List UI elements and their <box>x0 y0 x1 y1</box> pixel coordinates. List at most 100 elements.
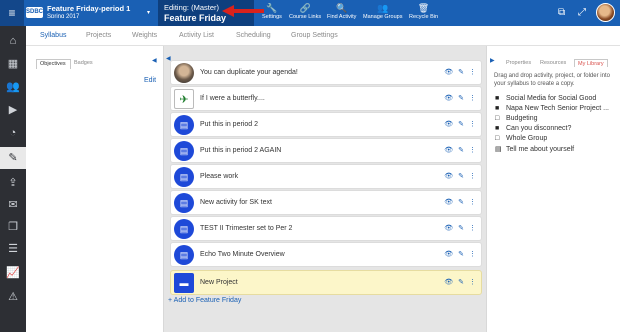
more-icon[interactable]: ⋮ <box>469 225 476 232</box>
document-icon: ▤ <box>174 141 194 161</box>
active-tab-indicator <box>37 18 70 20</box>
people-icon[interactable]: 👥 <box>0 76 26 98</box>
tab-weights[interactable]: Weights <box>132 32 157 39</box>
eye-icon[interactable]: 👁 <box>444 173 453 180</box>
editing-title: Feature Friday <box>164 13 227 23</box>
copy-icon[interactable]: ⧉ <box>558 7 565 18</box>
dashboard-icon[interactable]: ◔ <box>0 122 26 144</box>
find-activity-button[interactable]: 🔍 Find Activity <box>327 3 356 20</box>
chart-icon[interactable]: 📈 <box>0 262 26 284</box>
tab-projects[interactable]: Projects <box>86 32 111 39</box>
pencil-icon[interactable]: ✎ <box>458 147 464 154</box>
library-item[interactable]: □ Whole Group <box>495 135 547 142</box>
eye-icon[interactable]: 👁 <box>444 147 453 154</box>
expand-right-icon[interactable]: ▶ <box>490 57 495 64</box>
project-row[interactable]: ▬ New Project 👁 ✎ ⋮ <box>170 270 482 295</box>
calendar-icon[interactable]: ▦ <box>0 53 26 75</box>
add-to-course-link[interactable]: + Add to Feature Friday <box>168 297 241 304</box>
pencil-icon[interactable]: ✎ <box>458 199 464 206</box>
activity-row[interactable]: You can duplicate your agenda! 👁 ✎ ⋮ <box>170 60 482 85</box>
library-item[interactable]: ■ Can you disconnect? <box>495 125 571 132</box>
more-icon[interactable]: ⋮ <box>469 199 476 206</box>
logo: SDBC <box>26 7 43 18</box>
chevron-down-icon[interactable]: ▾ <box>147 9 150 16</box>
course-links-button[interactable]: 🔗 Course Links <box>289 3 321 20</box>
activity-title: If I were a butterfly.... <box>200 95 265 102</box>
activity-row[interactable]: ▤ Put this in period 2 AGAIN 👁 ✎ ⋮ <box>170 138 482 163</box>
pencil-icon[interactable]: ✎ <box>458 225 464 232</box>
home-icon[interactable]: ⌂ <box>0 30 26 52</box>
left-navigation: ⌂ ▦ 👥 ▶ ◔ ✎ ⇪ ✉ ❐ ☰ 📈 ⚠ <box>0 26 26 332</box>
eye-icon[interactable]: 👁 <box>444 251 453 258</box>
eye-icon[interactable]: 👁 <box>444 69 453 76</box>
tab-badges[interactable]: Badges <box>74 60 93 66</box>
pencil-icon[interactable]: ✎ <box>458 251 464 258</box>
eye-icon[interactable]: 👁 <box>444 95 453 102</box>
library-item[interactable]: ▤ Tell me about yourself <box>495 145 574 153</box>
groups-icon: 👥 <box>377 3 389 13</box>
document-icon: ▤ <box>174 245 194 265</box>
tab-scheduling[interactable]: Scheduling <box>236 32 271 39</box>
pencil-icon[interactable]: ✎ <box>458 279 464 286</box>
objectives-panel <box>26 46 164 332</box>
pencil-icon[interactable]: ✎ <box>458 95 464 102</box>
recycle-bin-button[interactable]: 🗑 Recycle Bin <box>409 3 438 20</box>
activity-title: Echo Two Minute Overview <box>200 251 285 258</box>
eye-icon[interactable]: 👁 <box>444 279 453 286</box>
list-icon[interactable]: ☰ <box>0 238 26 260</box>
folder-empty-icon: □ <box>495 115 500 122</box>
eye-icon[interactable]: 👁 <box>444 225 453 232</box>
activity-title: Put this in period 2 AGAIN <box>200 147 282 154</box>
recycle-bin-icon: 🗑 <box>417 3 430 13</box>
activity-title: New activity for SK text <box>200 199 272 206</box>
tab-resources[interactable]: Resources <box>540 60 566 66</box>
tab-activity-list[interactable]: Activity List <box>179 32 214 39</box>
more-icon[interactable]: ⋮ <box>469 147 476 154</box>
butterfly-icon: ✈ <box>174 89 194 109</box>
editing-label: Editing: (Master) <box>164 3 220 12</box>
avatar[interactable] <box>596 3 615 22</box>
hamburger-icon[interactable]: ≡ <box>0 0 24 26</box>
library-item[interactable]: ■ Social Media for Social Good <box>495 95 596 102</box>
document-icon: ▤ <box>174 167 194 187</box>
tab-objectives[interactable]: Objectives <box>36 59 71 69</box>
document-icon: ▤ <box>174 219 194 239</box>
activity-row[interactable]: ▤ Echo Two Minute Overview 👁 ✎ ⋮ <box>170 242 482 267</box>
activity-row[interactable]: ▤ Please work 👁 ✎ ⋮ <box>170 164 482 189</box>
activity-row[interactable]: ▤ Put this in period 2 👁 ✎ ⋮ <box>170 112 482 137</box>
play-icon[interactable]: ▶ <box>0 99 26 121</box>
pencil-icon[interactable]: ✎ <box>458 69 464 76</box>
upload-icon[interactable]: ⇪ <box>0 172 26 194</box>
link-icon: 🔗 <box>299 3 311 13</box>
more-icon[interactable]: ⋮ <box>469 95 476 102</box>
library-icon[interactable]: ❐ <box>0 216 26 238</box>
mail-icon[interactable]: ✉ <box>0 194 26 216</box>
library-item[interactable]: □ Budgeting <box>495 115 538 122</box>
pencil-icon[interactable]: ✎ <box>0 147 26 169</box>
eye-icon[interactable]: 👁 <box>444 199 453 206</box>
tab-properties[interactable]: Properties <box>506 60 531 66</box>
activity-row[interactable]: ▤ New activity for SK text 👁 ✎ ⋮ <box>170 190 482 215</box>
library-item[interactable]: ■ Napa New Tech Senior Project ... <box>495 105 609 112</box>
activity-photo-icon <box>174 63 194 83</box>
collapse-left-icon[interactable]: ◀ <box>152 57 157 64</box>
fullscreen-icon[interactable]: ⤢ <box>578 7 586 18</box>
warning-icon[interactable]: ⚠ <box>0 286 26 308</box>
more-icon[interactable]: ⋮ <box>469 251 476 258</box>
pencil-icon[interactable]: ✎ <box>458 173 464 180</box>
course-title[interactable]: Feature Friday-period 1 <box>47 4 130 13</box>
eye-icon[interactable]: 👁 <box>444 121 453 128</box>
tab-syllabus[interactable]: Syllabus <box>40 32 66 39</box>
tab-group-settings[interactable]: Group Settings <box>291 32 338 39</box>
more-icon[interactable]: ⋮ <box>469 173 476 180</box>
manage-groups-button[interactable]: 👥 Manage Groups <box>363 3 402 20</box>
edit-link[interactable]: Edit <box>144 77 156 84</box>
more-icon[interactable]: ⋮ <box>469 121 476 128</box>
more-icon[interactable]: ⋮ <box>469 279 476 286</box>
activity-row[interactable]: ▤ TEST II Trimester set to Per 2 👁 ✎ ⋮ <box>170 216 482 241</box>
more-icon[interactable]: ⋮ <box>469 69 476 76</box>
tab-my-library[interactable]: My Library <box>574 59 608 67</box>
activity-row[interactable]: ✈ If I were a butterfly.... 👁 ✎ ⋮ <box>170 86 482 111</box>
document-icon: ▤ <box>174 115 194 135</box>
pencil-icon[interactable]: ✎ <box>458 121 464 128</box>
